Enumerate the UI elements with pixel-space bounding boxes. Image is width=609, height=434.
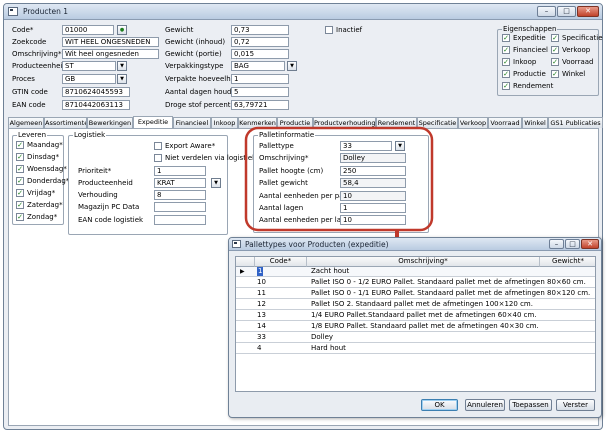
table-row[interactable]: 12 Pallet ISO 2. Standaard pallet met de…	[236, 300, 595, 310]
omschrijving-cell[interactable]: Pallet ISO 0 - 1/2 EURO Pallet. Standaar…	[311, 278, 586, 287]
ok-button[interactable]: OK	[421, 399, 458, 411]
current-row-icon: ▶	[240, 268, 245, 275]
dialog-minimize-button[interactable]: –	[549, 239, 564, 249]
code-cell[interactable]: 11	[257, 289, 266, 298]
table-row[interactable]: 4 Hard hout	[236, 344, 595, 354]
table-row[interactable]: 14 1/8 EURO Pallet. Standaard pallet met…	[236, 322, 595, 332]
annuleren-button[interactable]: Annuleren	[465, 399, 505, 411]
toepassen-button[interactable]: Toepassen	[509, 399, 552, 411]
column-header-code[interactable]: Code*	[255, 257, 307, 267]
omschrijving-cell[interactable]: 1/8 EURO Pallet. Standaard pallet met de…	[311, 322, 539, 331]
omschrijving-cell[interactable]: Hard hout	[311, 344, 346, 353]
table-row[interactable]: 10 Pallet ISO 0 - 1/2 EURO Pallet. Stand…	[236, 278, 595, 288]
column-header-gewicht[interactable]: Gewicht*	[540, 257, 595, 267]
omschrijving-cell[interactable]: Zacht hout	[311, 267, 349, 276]
column-header-omschrijving[interactable]: Omschrijving*	[307, 257, 540, 267]
code-cell[interactable]: 14	[257, 322, 266, 331]
omschrijving-cell[interactable]: Pallet ISO 0 - 1/1 EURO Pallet. Standaar…	[311, 289, 590, 298]
omschrijving-cell[interactable]: 1/4 EURO Pallet.Standaard pallet met de …	[311, 311, 537, 320]
omschrijving-cell[interactable]: Dolley	[311, 333, 333, 342]
row-indicator-header	[236, 257, 255, 267]
table-row[interactable]: 13 1/4 EURO Pallet.Standaard pallet met …	[236, 311, 595, 321]
table-row[interactable]: 11 Pallet ISO 0 - 1/1 EURO Pallet. Stand…	[236, 289, 595, 299]
code-cell[interactable]: 4	[257, 344, 261, 353]
code-cell[interactable]: 12	[257, 300, 266, 309]
verster-button[interactable]: Verster	[556, 399, 595, 411]
dialog-title: Pallettypes voor Producten (expeditie)	[245, 240, 389, 249]
code-cell[interactable]: 1	[257, 267, 264, 276]
table-row[interactable]: ▶ 1 Zacht hout	[236, 267, 595, 277]
code-cell[interactable]: 33	[257, 333, 266, 342]
dialog-title-bar: Pallettypes voor Producten (expeditie) –…	[229, 238, 601, 251]
code-cell[interactable]: 13	[257, 311, 266, 320]
highlight-circle	[244, 126, 434, 232]
pallettypes-grid: Code* Omschrijving* Gewicht* ▶ 1 Zacht h…	[235, 256, 596, 392]
dialog-maximize-button[interactable]: □	[565, 239, 580, 249]
table-row[interactable]: 33 Dolley	[236, 333, 595, 343]
dialog-close-button[interactable]: ✕	[581, 239, 599, 249]
omschrijving-cell[interactable]: Pallet ISO 2. Standaard pallet met de af…	[311, 300, 533, 309]
code-cell[interactable]: 10	[257, 278, 266, 287]
dialog-window-icon	[232, 240, 241, 248]
pallettypes-dialog: Pallettypes voor Producten (expeditie) –…	[228, 237, 602, 418]
